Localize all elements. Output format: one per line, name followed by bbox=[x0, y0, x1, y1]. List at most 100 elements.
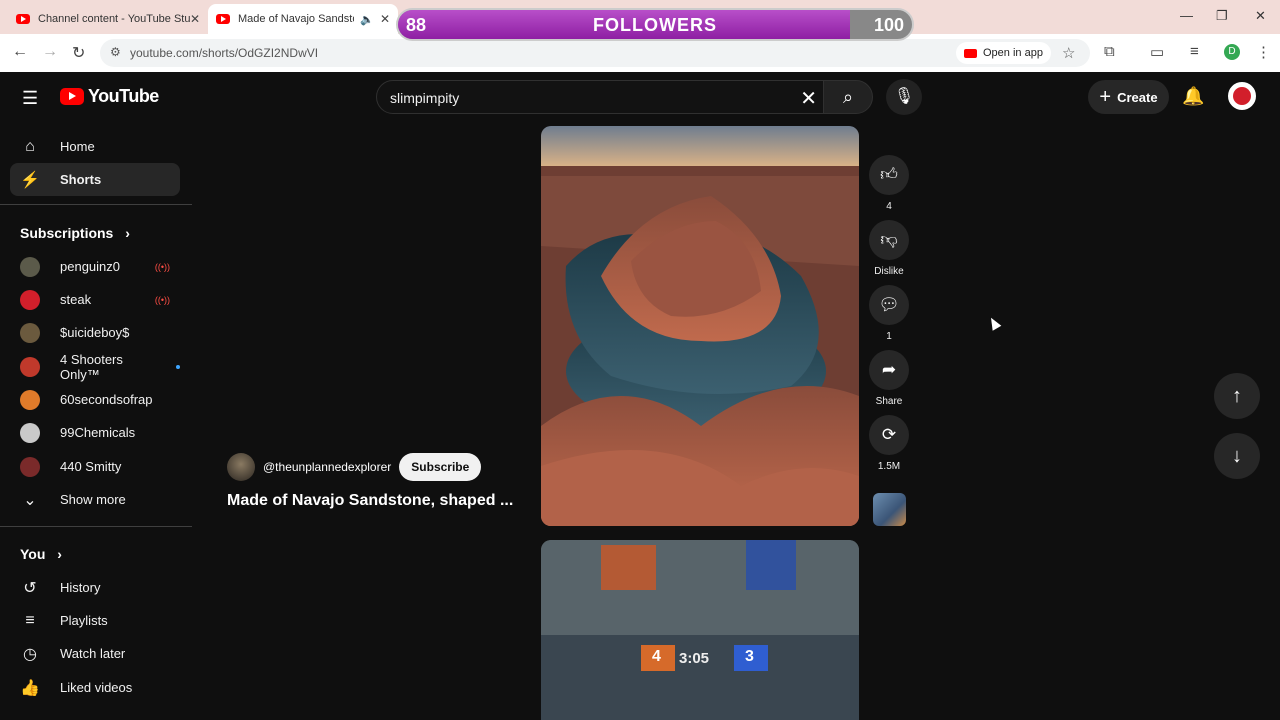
menu-icon[interactable]: ☰ bbox=[22, 88, 38, 109]
remix-action: ⟳ 1.5M bbox=[869, 415, 909, 472]
channel-avatar bbox=[20, 256, 40, 277]
horseshoe-bend-video-frame bbox=[541, 126, 859, 526]
sidebar-item-subscription[interactable]: 60secondsofrap bbox=[10, 383, 180, 416]
search-query: slimpimpity bbox=[390, 90, 460, 106]
arrow-down-icon: ↓ bbox=[1232, 445, 1242, 467]
chevron-down-icon: ⌄ bbox=[23, 491, 37, 509]
rocket-league-video-frame bbox=[541, 540, 859, 720]
browser-profile-avatar[interactable]: D bbox=[1224, 44, 1240, 60]
new-content-dot bbox=[176, 364, 180, 369]
sidebar-item-subscription[interactable]: 4 Shooters Only™ bbox=[10, 350, 180, 383]
browser-menu-icon[interactable]: ⋮ bbox=[1256, 43, 1271, 61]
sidebar-item-label: Watch later bbox=[60, 646, 126, 661]
restore-icon[interactable]: ❐ bbox=[1216, 8, 1228, 24]
media-controls-icon[interactable]: ≡ bbox=[1190, 43, 1199, 60]
channel-name: penguinz0 bbox=[60, 259, 120, 274]
comments-button[interactable]: 💬︎ bbox=[869, 285, 909, 325]
chevron-right-icon: › bbox=[57, 546, 62, 562]
thumbs-up-icon: 👍︎ bbox=[880, 165, 898, 184]
open-in-app-button[interactable]: Open in app bbox=[956, 42, 1051, 64]
create-button[interactable]: + Create bbox=[1088, 80, 1169, 114]
address-bar[interactable]: ⚙ youtube.com/shorts/OdGZI2NDwVI Open in… bbox=[100, 39, 1090, 67]
chevron-right-icon: › bbox=[125, 225, 130, 241]
channel-avatar bbox=[20, 389, 40, 410]
sidebar-item-home[interactable]: ⌂ Home bbox=[10, 130, 180, 163]
show-more-label: Show more bbox=[60, 492, 126, 507]
back-icon[interactable]: ← bbox=[12, 43, 28, 61]
subscriptions-heading-label: Subscriptions bbox=[20, 225, 114, 241]
history-icon: ↺ bbox=[23, 579, 37, 597]
sidebar-item-watch-later[interactable]: ◷ Watch later bbox=[10, 637, 180, 670]
channel-name: 440 Smitty bbox=[60, 459, 122, 474]
youtube-logo[interactable]: YouTube bbox=[60, 86, 159, 107]
you-heading[interactable]: You › bbox=[20, 546, 62, 562]
search-icon: ⌕ bbox=[842, 87, 854, 107]
dislike-button[interactable]: 👎︎ bbox=[869, 220, 909, 260]
minimize-icon[interactable]: — bbox=[1180, 8, 1193, 23]
sidebar-item-label: Home bbox=[60, 139, 95, 154]
comments-action: 💬︎ 1 bbox=[869, 285, 909, 342]
short-video-player[interactable] bbox=[541, 126, 859, 526]
youtube-header: ☰ YouTube slimpimpity ✕ ⌕ 🎙 + Create 🔔 bbox=[0, 72, 1280, 124]
mouse-cursor-icon bbox=[986, 315, 1002, 331]
forward-icon[interactable]: → bbox=[42, 43, 58, 61]
channel-handle[interactable]: @theunplannedexplorer bbox=[263, 460, 391, 474]
sidebar: ⌂ Home ⚡ Shorts Subscriptions › penguinz… bbox=[0, 124, 192, 720]
create-label: Create bbox=[1117, 89, 1158, 105]
cast-icon[interactable]: ▭ bbox=[1150, 43, 1164, 61]
close-window-icon[interactable]: ✕ bbox=[1255, 8, 1266, 24]
channel-avatar[interactable] bbox=[227, 453, 255, 481]
sidebar-item-shorts[interactable]: ⚡ Shorts bbox=[10, 163, 180, 196]
score-left: 4 bbox=[652, 648, 661, 665]
home-icon: ⌂ bbox=[25, 137, 35, 155]
reload-icon[interactable]: ↻ bbox=[72, 43, 85, 63]
subscribe-button[interactable]: Subscribe bbox=[399, 453, 482, 481]
share-button[interactable]: ➦ bbox=[869, 350, 909, 390]
short-title[interactable]: Made of Navajo Sandstone, shaped ... bbox=[227, 492, 513, 510]
close-tab-icon[interactable]: ✕ bbox=[190, 12, 200, 26]
sidebar-item-liked-videos[interactable]: 👍 Liked videos bbox=[10, 671, 180, 704]
live-icon: ((•)) bbox=[154, 294, 170, 305]
show-more-button[interactable]: ⌄ Show more bbox=[10, 483, 180, 516]
channel-name: 60secondsofrap bbox=[60, 392, 153, 407]
match-clock: 3:05 bbox=[679, 650, 710, 667]
clear-search-icon[interactable]: ✕ bbox=[800, 86, 817, 111]
sidebar-item-subscription[interactable]: 99Chemicals bbox=[10, 416, 180, 449]
score-right: 3 bbox=[745, 648, 754, 665]
previous-short-button[interactable]: ↑ bbox=[1214, 373, 1260, 419]
sidebar-item-subscription[interactable]: steak ((•)) bbox=[10, 283, 180, 316]
account-avatar[interactable] bbox=[1228, 82, 1256, 110]
subscriptions-heading[interactable]: Subscriptions › bbox=[20, 225, 130, 241]
playlists-icon: ≡ bbox=[25, 611, 35, 629]
browser-tab-active[interactable]: Made of Navajo Sandstone 🔈 ✕ bbox=[208, 4, 398, 34]
like-button[interactable]: 👍︎ bbox=[869, 155, 909, 195]
sound-thumbnail[interactable] bbox=[873, 493, 906, 526]
next-short-preview[interactable]: 4 3:05 3 bbox=[541, 540, 859, 720]
site-info-icon[interactable]: ⚙ bbox=[110, 45, 121, 59]
youtube-icon bbox=[964, 48, 977, 58]
voice-search-button[interactable]: 🎙 bbox=[886, 79, 922, 115]
sidebar-item-playlists[interactable]: ≡ Playlists bbox=[10, 604, 180, 637]
search-input[interactable]: slimpimpity ✕ bbox=[376, 80, 824, 114]
divider bbox=[0, 204, 192, 205]
extensions-icon[interactable]: ⧉ bbox=[1104, 43, 1115, 60]
speaker-icon[interactable]: 🔈 bbox=[360, 13, 374, 26]
next-short-button[interactable]: ↓ bbox=[1214, 433, 1260, 479]
sidebar-item-history[interactable]: ↺ History bbox=[10, 571, 180, 604]
notifications-bell-icon[interactable]: 🔔 bbox=[1182, 86, 1204, 107]
youtube-favicon-icon bbox=[216, 14, 230, 24]
sidebar-item-label: Playlists bbox=[60, 613, 108, 628]
sidebar-item-subscription[interactable]: 440 Smitty bbox=[10, 450, 180, 483]
close-tab-icon[interactable]: ✕ bbox=[380, 12, 390, 26]
sidebar-item-subscription[interactable]: $uicideboy$ bbox=[10, 316, 180, 349]
short-channel-info: @theunplannedexplorer Subscribe bbox=[227, 453, 482, 481]
thumbs-down-icon: 👎︎ bbox=[880, 230, 898, 249]
browser-tab[interactable]: Channel content - YouTube Stu ✕ bbox=[8, 4, 208, 34]
search-button[interactable]: ⌕ bbox=[823, 80, 873, 114]
shorts-icon: ⚡ bbox=[20, 171, 40, 189]
sidebar-item-subscription[interactable]: penguinz0 ((•)) bbox=[10, 250, 180, 283]
youtube-favicon-icon bbox=[16, 14, 30, 24]
tab-title: Channel content - YouTube Stu bbox=[38, 13, 190, 25]
remix-button[interactable]: ⟳ bbox=[869, 415, 909, 455]
bookmark-star-icon[interactable]: ☆ bbox=[1062, 44, 1075, 62]
